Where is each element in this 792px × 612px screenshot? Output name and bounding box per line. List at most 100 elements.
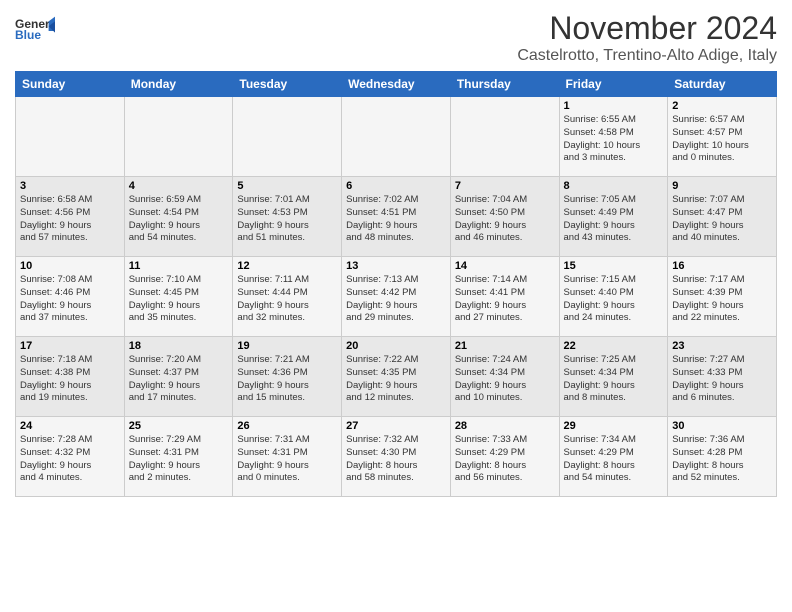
day-info: Sunrise: 7:18 AM Sunset: 4:38 PM Dayligh… bbox=[20, 354, 120, 405]
day-cell bbox=[233, 97, 342, 177]
day-cell: 16Sunrise: 7:17 AM Sunset: 4:39 PM Dayli… bbox=[668, 257, 777, 337]
week-row-5: 24 Sunrise: 7:28 AM Sunset: 4:32 PM Dayli… bbox=[16, 417, 777, 497]
month-title: November 2024 bbox=[517, 10, 777, 47]
day-cell bbox=[450, 97, 559, 177]
day-cell: 1 Sunrise: 6:55 AM Sunset: 4:58 PM Daylig… bbox=[559, 97, 668, 177]
day-info: Sunrise: 7:13 AM Sunset: 4:42 PM Dayligh… bbox=[346, 274, 446, 325]
day-cell: 27Sunrise: 7:32 AM Sunset: 4:30 PM Dayli… bbox=[342, 417, 451, 497]
day-number: 26 bbox=[237, 420, 337, 432]
day-info: Sunrise: 7:21 AM Sunset: 4:36 PM Dayligh… bbox=[237, 354, 337, 405]
weekday-header-wednesday: Wednesday bbox=[342, 72, 451, 97]
day-info: Sunrise: 7:29 AM Sunset: 4:31 PM Dayligh… bbox=[129, 434, 229, 485]
day-info: Sunrise: 7:10 AM Sunset: 4:45 PM Dayligh… bbox=[129, 274, 229, 325]
weekday-header-monday: Monday bbox=[124, 72, 233, 97]
day-info: Sunrise: 6:58 AM Sunset: 4:56 PM Dayligh… bbox=[20, 194, 120, 245]
day-cell: 11 Sunrise: 7:10 AM Sunset: 4:45 PM Dayli… bbox=[124, 257, 233, 337]
day-number: 9 bbox=[672, 180, 772, 192]
day-info: Sunrise: 7:14 AM Sunset: 4:41 PM Dayligh… bbox=[455, 274, 555, 325]
day-info: Sunrise: 7:24 AM Sunset: 4:34 PM Dayligh… bbox=[455, 354, 555, 405]
day-number: 13 bbox=[346, 260, 446, 272]
day-number: 24 bbox=[20, 420, 120, 432]
day-cell: 3 Sunrise: 6:58 AM Sunset: 4:56 PM Daylig… bbox=[16, 177, 125, 257]
day-cell: 6Sunrise: 7:02 AM Sunset: 4:51 PM Daylig… bbox=[342, 177, 451, 257]
day-cell: 14 Sunrise: 7:14 AM Sunset: 4:41 PM Dayli… bbox=[450, 257, 559, 337]
week-row-4: 17 Sunrise: 7:18 AM Sunset: 4:38 PM Dayli… bbox=[16, 337, 777, 417]
day-number: 5 bbox=[237, 180, 337, 192]
day-cell bbox=[342, 97, 451, 177]
day-cell: 26 Sunrise: 7:31 AM Sunset: 4:31 PM Dayli… bbox=[233, 417, 342, 497]
day-cell: 4Sunrise: 6:59 AM Sunset: 4:54 PM Daylig… bbox=[124, 177, 233, 257]
calendar: SundayMondayTuesdayWednesdayThursdayFrid… bbox=[15, 71, 777, 497]
day-number: 25 bbox=[129, 420, 229, 432]
day-number: 8 bbox=[564, 180, 664, 192]
day-number: 3 bbox=[20, 180, 120, 192]
day-info: Sunrise: 7:04 AM Sunset: 4:50 PM Dayligh… bbox=[455, 194, 555, 245]
day-info: Sunrise: 7:27 AM Sunset: 4:33 PM Dayligh… bbox=[672, 354, 772, 405]
day-info: Sunrise: 7:22 AM Sunset: 4:35 PM Dayligh… bbox=[346, 354, 446, 405]
day-cell: 17 Sunrise: 7:18 AM Sunset: 4:38 PM Dayli… bbox=[16, 337, 125, 417]
calendar-body: 1 Sunrise: 6:55 AM Sunset: 4:58 PM Daylig… bbox=[16, 97, 777, 497]
day-number: 10 bbox=[20, 260, 120, 272]
day-info: Sunrise: 7:01 AM Sunset: 4:53 PM Dayligh… bbox=[237, 194, 337, 245]
day-info: Sunrise: 6:57 AM Sunset: 4:57 PM Dayligh… bbox=[672, 114, 772, 165]
day-info: Sunrise: 7:05 AM Sunset: 4:49 PM Dayligh… bbox=[564, 194, 664, 245]
day-cell: 12Sunrise: 7:11 AM Sunset: 4:44 PM Dayli… bbox=[233, 257, 342, 337]
day-info: Sunrise: 7:31 AM Sunset: 4:31 PM Dayligh… bbox=[237, 434, 337, 485]
day-info: Sunrise: 7:28 AM Sunset: 4:32 PM Dayligh… bbox=[20, 434, 120, 485]
day-cell: 24 Sunrise: 7:28 AM Sunset: 4:32 PM Dayli… bbox=[16, 417, 125, 497]
day-number: 17 bbox=[20, 340, 120, 352]
day-info: Sunrise: 7:33 AM Sunset: 4:29 PM Dayligh… bbox=[455, 434, 555, 485]
weekday-header-sunday: Sunday bbox=[16, 72, 125, 97]
day-number: 6 bbox=[346, 180, 446, 192]
day-cell: 7 Sunrise: 7:04 AM Sunset: 4:50 PM Daylig… bbox=[450, 177, 559, 257]
location-title: Castelrotto, Trentino-Alto Adige, Italy bbox=[517, 47, 777, 65]
day-cell: 18 Sunrise: 7:20 AM Sunset: 4:37 PM Dayli… bbox=[124, 337, 233, 417]
day-cell: 25 Sunrise: 7:29 AM Sunset: 4:31 PM Dayli… bbox=[124, 417, 233, 497]
weekday-header-tuesday: Tuesday bbox=[233, 72, 342, 97]
day-number: 19 bbox=[237, 340, 337, 352]
day-cell: 8 Sunrise: 7:05 AM Sunset: 4:49 PM Daylig… bbox=[559, 177, 668, 257]
day-number: 20 bbox=[346, 340, 446, 352]
day-info: Sunrise: 7:36 AM Sunset: 4:28 PM Dayligh… bbox=[672, 434, 772, 485]
day-number: 28 bbox=[455, 420, 555, 432]
weekday-header-saturday: Saturday bbox=[668, 72, 777, 97]
day-info: Sunrise: 7:17 AM Sunset: 4:39 PM Dayligh… bbox=[672, 274, 772, 325]
day-info: Sunrise: 7:25 AM Sunset: 4:34 PM Dayligh… bbox=[564, 354, 664, 405]
day-info: Sunrise: 7:15 AM Sunset: 4:40 PM Dayligh… bbox=[564, 274, 664, 325]
day-number: 29 bbox=[564, 420, 664, 432]
day-cell: 5 Sunrise: 7:01 AM Sunset: 4:53 PM Daylig… bbox=[233, 177, 342, 257]
week-row-3: 10Sunrise: 7:08 AM Sunset: 4:46 PM Dayli… bbox=[16, 257, 777, 337]
day-cell: 30 Sunrise: 7:36 AM Sunset: 4:28 PM Dayli… bbox=[668, 417, 777, 497]
logo-icon: General Blue bbox=[15, 14, 55, 44]
day-cell: 22 Sunrise: 7:25 AM Sunset: 4:34 PM Dayli… bbox=[559, 337, 668, 417]
day-cell: 23Sunrise: 7:27 AM Sunset: 4:33 PM Dayli… bbox=[668, 337, 777, 417]
day-number: 21 bbox=[455, 340, 555, 352]
weekday-header-friday: Friday bbox=[559, 72, 668, 97]
day-number: 4 bbox=[129, 180, 229, 192]
day-number: 11 bbox=[129, 260, 229, 272]
day-number: 30 bbox=[672, 420, 772, 432]
svg-text:Blue: Blue bbox=[15, 28, 41, 42]
day-number: 7 bbox=[455, 180, 555, 192]
day-number: 1 bbox=[564, 100, 664, 112]
day-info: Sunrise: 7:32 AM Sunset: 4:30 PM Dayligh… bbox=[346, 434, 446, 485]
day-number: 22 bbox=[564, 340, 664, 352]
day-cell: 29 Sunrise: 7:34 AM Sunset: 4:29 PM Dayli… bbox=[559, 417, 668, 497]
title-area: November 2024 Castelrotto, Trentino-Alto… bbox=[517, 10, 777, 65]
day-cell: 15Sunrise: 7:15 AM Sunset: 4:40 PM Dayli… bbox=[559, 257, 668, 337]
week-row-2: 3 Sunrise: 6:58 AM Sunset: 4:56 PM Daylig… bbox=[16, 177, 777, 257]
day-number: 2 bbox=[672, 100, 772, 112]
day-cell: 9 Sunrise: 7:07 AM Sunset: 4:47 PM Daylig… bbox=[668, 177, 777, 257]
logo: General Blue bbox=[15, 14, 55, 44]
day-cell: 13 Sunrise: 7:13 AM Sunset: 4:42 PM Dayli… bbox=[342, 257, 451, 337]
day-cell: 2 Sunrise: 6:57 AM Sunset: 4:57 PM Daylig… bbox=[668, 97, 777, 177]
day-info: Sunrise: 7:34 AM Sunset: 4:29 PM Dayligh… bbox=[564, 434, 664, 485]
day-info: Sunrise: 7:20 AM Sunset: 4:37 PM Dayligh… bbox=[129, 354, 229, 405]
day-info: Sunrise: 6:55 AM Sunset: 4:58 PM Dayligh… bbox=[564, 114, 664, 165]
day-cell: 19 Sunrise: 7:21 AM Sunset: 4:36 PM Dayli… bbox=[233, 337, 342, 417]
day-number: 12 bbox=[237, 260, 337, 272]
day-number: 14 bbox=[455, 260, 555, 272]
day-cell: 28 Sunrise: 7:33 AM Sunset: 4:29 PM Dayli… bbox=[450, 417, 559, 497]
day-number: 18 bbox=[129, 340, 229, 352]
day-info: Sunrise: 7:07 AM Sunset: 4:47 PM Dayligh… bbox=[672, 194, 772, 245]
